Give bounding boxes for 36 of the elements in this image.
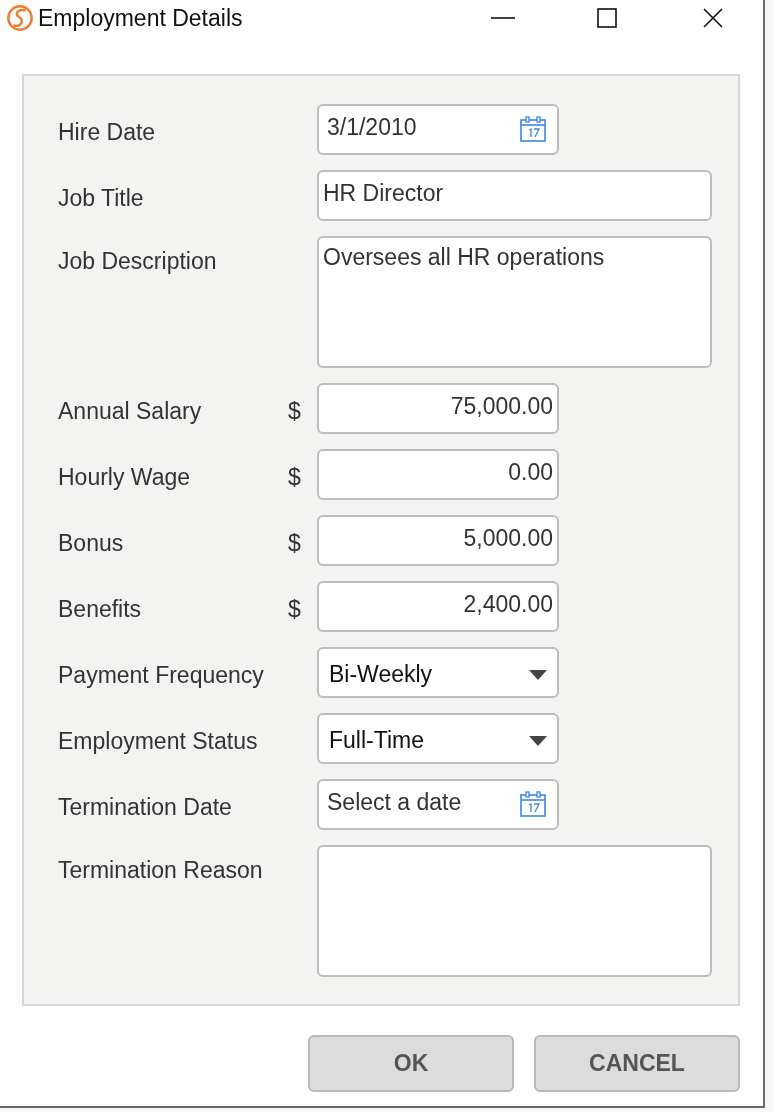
field-label: Benefits	[58, 595, 143, 623]
currency-symbol: $	[288, 398, 301, 424]
amount-field[interactable]: 0.00	[317, 449, 559, 500]
field-label: Employment Status	[58, 727, 259, 755]
minimize-icon[interactable]	[491, 16, 515, 20]
close-icon[interactable]	[703, 8, 723, 28]
field-label: Job Title	[58, 184, 145, 212]
dialog-button[interactable]: OK	[308, 1035, 514, 1092]
maximize-icon[interactable]	[597, 8, 617, 28]
text-field[interactable]: HR Director	[317, 170, 712, 221]
field-label: Bonus	[58, 529, 125, 557]
field-label: Hire Date	[58, 118, 157, 146]
currency-symbol: $	[288, 464, 301, 490]
field-label: Job Description	[58, 247, 218, 275]
date-field[interactable]: Select a date	[317, 779, 559, 830]
date-field[interactable]: 3/1/2010	[317, 104, 559, 155]
field-label: Termination Reason	[58, 856, 264, 884]
currency-symbol: $	[288, 530, 301, 556]
amount-field[interactable]: 5,000.00	[317, 515, 559, 566]
currency-symbol: $	[288, 596, 301, 622]
text-area[interactable]: Oversees all HR operations	[317, 236, 712, 368]
dialog-button[interactable]: CANCEL	[534, 1035, 740, 1092]
dropdown[interactable]: Bi-Weekly	[317, 647, 559, 698]
logo-icon	[6, 4, 34, 32]
caret-icon	[529, 735, 547, 746]
field-label: Payment Frequency	[58, 661, 265, 689]
field-label: Annual Salary	[58, 397, 203, 425]
amount-field[interactable]: 75,000.00	[317, 383, 559, 434]
field-label: Hourly Wage	[58, 463, 192, 491]
field-label: Termination Date	[58, 793, 233, 821]
calendar-icon[interactable]	[519, 115, 547, 143]
calendar-icon[interactable]	[519, 790, 547, 818]
caret-icon	[529, 669, 547, 680]
dropdown[interactable]: Full-Time	[317, 713, 559, 764]
window-title: Employment Details	[38, 4, 243, 32]
amount-field[interactable]: 2,400.00	[317, 581, 559, 632]
